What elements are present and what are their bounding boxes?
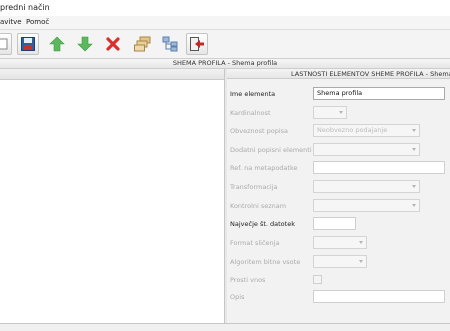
checklist-select[interactable] [313, 199, 420, 212]
field-label: Ime elementa [230, 90, 276, 98]
field-row-obveznost-popisa: Obveznost popisa Neobvezno podajanje [230, 124, 450, 138]
field-row-dodatni-popisni-elementi: Dodatni popisni elementi [230, 143, 450, 157]
menu-item-nastavitve[interactable]: avitve [0, 16, 22, 29]
chevron-down-icon [359, 260, 363, 263]
cardinality-select[interactable] [313, 106, 347, 119]
field-row-format-slicenja: Format sličenja [230, 236, 450, 250]
field-label: Največje št. datotek [230, 220, 295, 228]
menu-item-pomoc[interactable]: Pomoč [26, 16, 49, 29]
move-up-button[interactable] [46, 33, 68, 55]
field-row-kardinalnost: Kardinalnost [230, 106, 450, 120]
field-row-prosti-vnos: Prosti vnos [230, 273, 450, 287]
structure-button[interactable] [159, 33, 181, 55]
window-titlebar: predni način [0, 0, 450, 16]
copy-button[interactable] [131, 33, 153, 55]
element-name-input[interactable]: Shema profila [313, 87, 445, 100]
structure-tree-panel[interactable] [0, 59, 225, 323]
field-label: Prosti vnos [230, 276, 266, 284]
left-panel-title-text: SHEMA PROFILA - Shema profila [172, 59, 278, 67]
field-label: Opis [230, 293, 245, 301]
field-row-najvecje-st-datotek: Največje št. datotek [230, 217, 450, 231]
description-input[interactable] [313, 290, 445, 303]
checksum-algorithm-select[interactable] [313, 255, 367, 268]
window-title: predni način [0, 3, 50, 12]
field-label: Obveznost popisa [230, 127, 289, 135]
field-label: Kontrolni seznam [230, 202, 287, 210]
field-label: Ref. na metapodatke [230, 164, 298, 172]
field-label: Algoritem bitne vsote [230, 258, 301, 266]
transformation-select[interactable] [313, 180, 420, 193]
metadata-ref-input[interactable] [313, 161, 445, 174]
chevron-down-icon [412, 129, 416, 132]
free-entry-checkbox[interactable] [313, 275, 322, 284]
field-row-opis: Opis [230, 290, 450, 304]
field-row-algoritem-bitne-vsote: Algoritem bitne vsote [230, 255, 450, 269]
chevron-down-icon [412, 185, 416, 188]
arrow-up-icon [49, 36, 65, 52]
chevron-down-icon [412, 148, 416, 151]
max-files-input[interactable] [313, 217, 356, 230]
additional-elements-select[interactable] [313, 143, 420, 156]
left-panel-column-header [0, 69, 224, 80]
left-panel-title: SHEMA PROFILA - Shema profila [0, 59, 450, 69]
field-row-ref-na-metapodatke: Ref. na metapodatke [230, 161, 450, 175]
save-button[interactable] [17, 33, 39, 55]
delete-button[interactable] [102, 33, 124, 55]
field-label: Format sličenja [230, 239, 280, 247]
exit-button[interactable] [186, 33, 208, 55]
move-down-button[interactable] [74, 33, 96, 55]
arrow-down-icon [77, 36, 93, 52]
right-panel-title-text: LASTNOSTI ELEMENTOV SHEME PROFILA - Shem… [291, 70, 450, 78]
stack-icon [134, 36, 151, 52]
menu-bar: avitve Pomoč [0, 16, 450, 30]
window-button[interactable] [0, 33, 12, 55]
exit-icon [190, 37, 204, 51]
window-icon [0, 38, 8, 50]
description-obligation-select[interactable]: Neobvezno podajanje [313, 124, 420, 137]
chevron-down-icon [339, 111, 343, 114]
chevron-down-icon [359, 241, 363, 244]
toolbar [0, 30, 450, 59]
field-row-kontrolni-seznam: Kontrolni seznam [230, 199, 450, 213]
delete-icon [106, 37, 120, 51]
chevron-down-icon [412, 204, 416, 207]
field-label: Kardinalnost [230, 109, 271, 117]
field-label: Dodatni popisni elementi [230, 146, 312, 154]
save-icon [21, 37, 35, 51]
field-row-transformacija: Transformacija [230, 180, 450, 194]
field-row-ime-elementa: Ime elementa Shema profila [230, 87, 450, 101]
right-panel-title: LASTNOSTI ELEMENTOV SHEME PROFILA - Shem… [227, 69, 450, 79]
format-select[interactable] [313, 236, 367, 249]
hierarchy-icon [162, 36, 178, 52]
field-label: Transformacija [230, 183, 278, 191]
